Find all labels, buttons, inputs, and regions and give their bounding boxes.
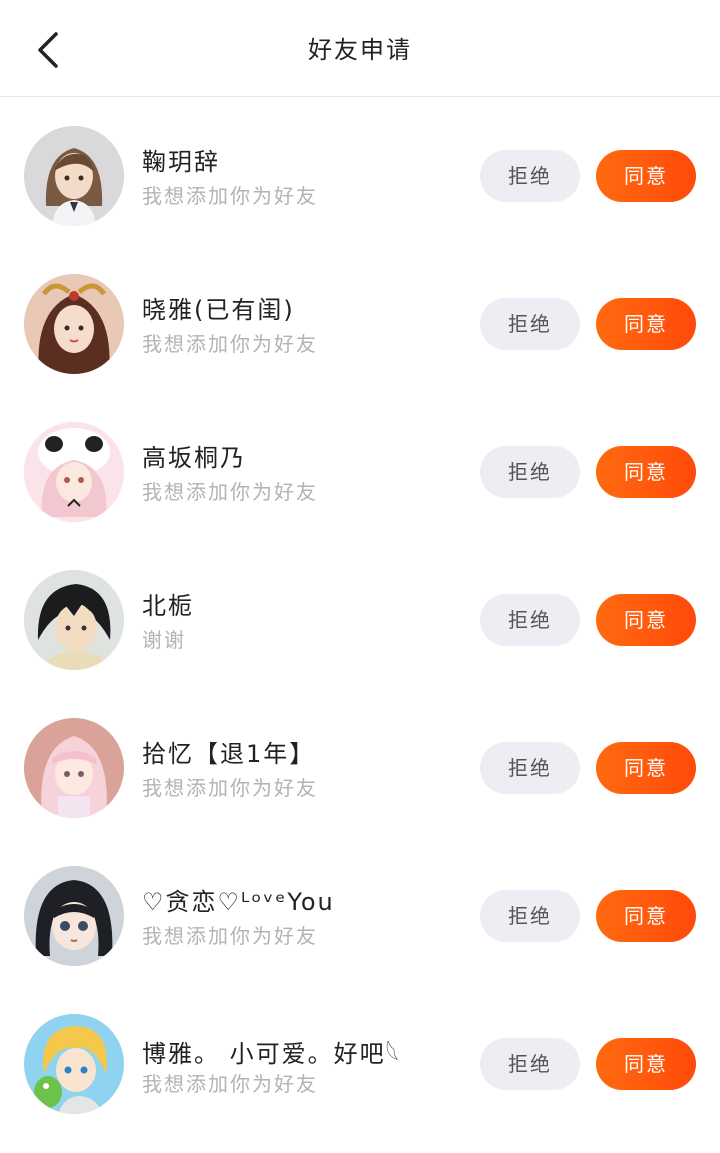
list-item: 博雅。 小可爱。好吧𓆩 我想添加你为好友 拒绝 同意 [0, 986, 720, 1134]
reject-button[interactable]: 拒绝 [480, 742, 580, 794]
list-item: 北栀 谢谢 拒绝 同意 [0, 542, 720, 690]
accept-button[interactable]: 同意 [596, 1038, 696, 1090]
accept-button[interactable]: 同意 [596, 446, 696, 498]
request-message: 我想添加你为好友 [142, 184, 318, 208]
reject-button[interactable]: 拒绝 [480, 298, 580, 350]
avatar[interactable] [24, 570, 124, 670]
reject-button[interactable]: 拒绝 [480, 446, 580, 498]
request-message: 我想添加你为好友 [142, 776, 318, 800]
request-message: 我想添加你为好友 [142, 1072, 318, 1096]
requester-name: ♡贪恋♡ᴸᵒᵛᵉYou [142, 888, 335, 916]
avatar[interactable] [24, 1014, 124, 1114]
avatar[interactable] [24, 422, 124, 522]
list-item: ♡贪恋♡ᴸᵒᵛᵉYou 我想添加你为好友 拒绝 同意 [0, 838, 720, 986]
avatar[interactable] [24, 718, 124, 818]
list-item: 拾忆【退1年】 我想添加你为好友 拒绝 同意 [0, 690, 720, 838]
request-message: 我想添加你为好友 [142, 924, 318, 948]
accept-button[interactable]: 同意 [596, 594, 696, 646]
accept-button[interactable]: 同意 [596, 298, 696, 350]
request-message: 谢谢 [142, 628, 186, 652]
request-message: 我想添加你为好友 [142, 332, 318, 356]
requester-name: 北栀 [142, 592, 194, 620]
request-list: 鞠玥辞 我想添加你为好友 拒绝 同意 晓雅(已有闺) 我想添加你为好友 拒绝 同… [0, 98, 720, 1134]
list-item: 高坂桐乃 我想添加你为好友 拒绝 同意 [0, 394, 720, 542]
accept-button[interactable]: 同意 [596, 150, 696, 202]
accept-button[interactable]: 同意 [596, 890, 696, 942]
reject-button[interactable]: 拒绝 [480, 150, 580, 202]
avatar[interactable] [24, 866, 124, 966]
page-title: 好友申请 [308, 36, 412, 64]
requester-name: 鞠玥辞 [142, 148, 220, 176]
reject-button[interactable]: 拒绝 [480, 890, 580, 942]
requester-name: 高坂桐乃 [142, 444, 246, 472]
requester-name: 拾忆【退1年】 [142, 740, 316, 768]
request-message: 我想添加你为好友 [142, 480, 318, 504]
top-bar: 好友申请 [0, 0, 720, 97]
list-item: 鞠玥辞 我想添加你为好友 拒绝 同意 [0, 98, 720, 246]
reject-button[interactable]: 拒绝 [480, 594, 580, 646]
accept-button[interactable]: 同意 [596, 742, 696, 794]
requester-name: 博雅。 小可爱。好吧𓆩 [142, 1040, 402, 1068]
avatar[interactable] [24, 126, 124, 226]
requester-name: 晓雅(已有闺) [142, 296, 295, 324]
list-item: 晓雅(已有闺) 我想添加你为好友 拒绝 同意 [0, 246, 720, 394]
avatar[interactable] [24, 274, 124, 374]
reject-button[interactable]: 拒绝 [480, 1038, 580, 1090]
